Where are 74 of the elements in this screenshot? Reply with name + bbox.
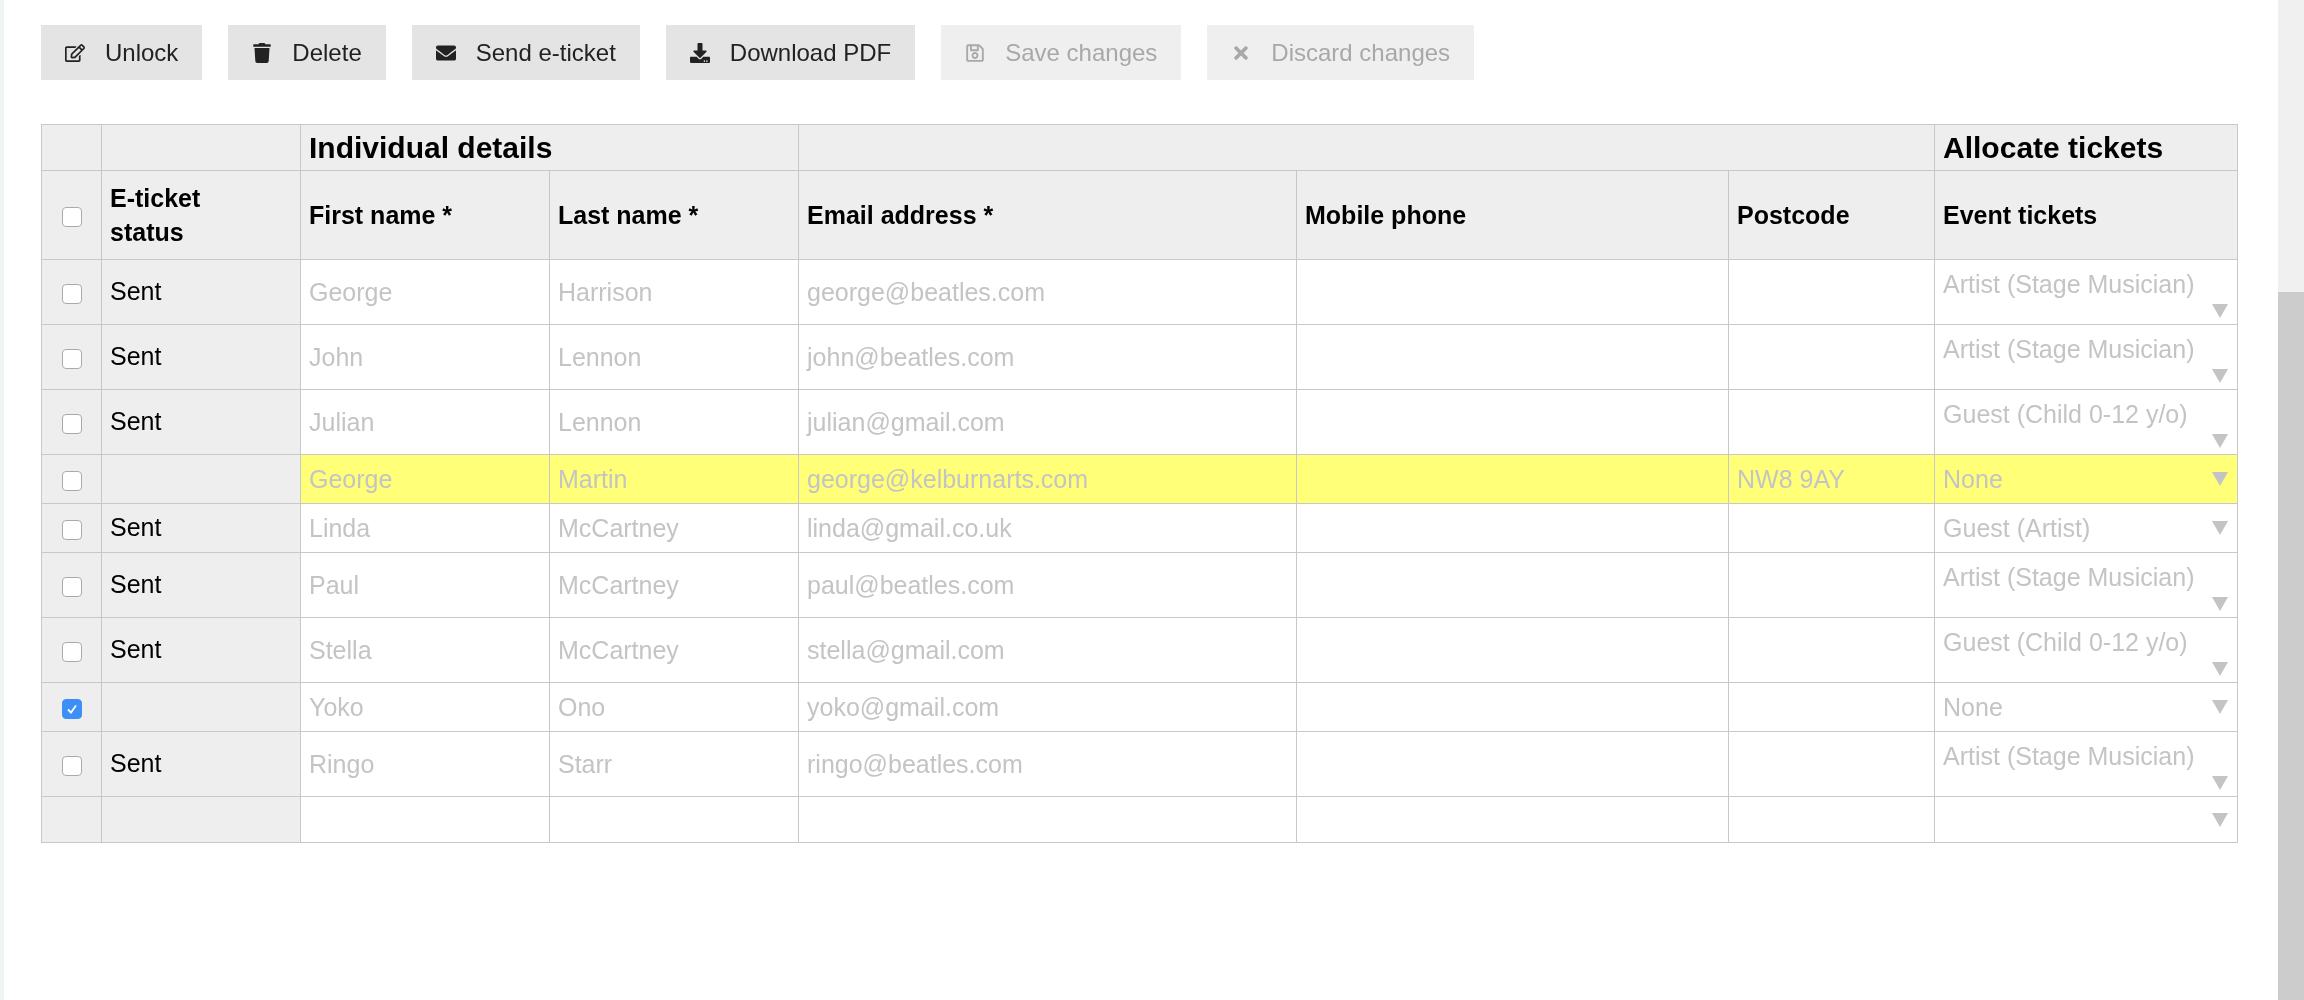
group-header: Allocate tickets [1934,124,2238,171]
table-cell: Paul [300,552,550,618]
save-icon [965,42,986,63]
table-cell: NW8 9AY [1728,454,1935,504]
toolbar-button[interactable]: Delete [228,25,386,80]
column-header: Last name * [549,170,799,260]
checkbox[interactable] [61,470,82,491]
status-cell: Sent [101,617,301,683]
table-cell: george@beatles.com [798,259,1297,325]
table-cell: Ono [549,682,799,732]
table-cell: Harrison [549,259,799,325]
dropdown-arrow-icon [2211,303,2230,319]
status-cell: Sent [101,552,301,618]
dropdown-arrow-icon [2211,368,2230,384]
table-cell: paul@beatles.com [798,552,1297,618]
dropdown-arrow-icon [2211,661,2230,677]
table-cell: Ringo [300,731,550,797]
table-cell: George [300,454,550,504]
download-icon [689,42,710,63]
toolbar-button[interactable]: Unlock [41,25,203,80]
checkbox[interactable] [61,698,82,719]
dropdown-arrow-icon [2211,811,2230,828]
checkbox[interactable] [61,206,82,227]
table-cell: McCartney [549,617,799,683]
column-header: First name * [300,170,550,260]
table-cell: john@beatles.com [798,324,1297,390]
scrollbar-thumb[interactable] [2278,292,2304,1000]
status-cell: Sent [101,389,301,455]
column-header: Mobile phone [1296,170,1729,260]
dropdown-arrow-icon [2211,596,2230,612]
toolbar-button[interactable]: Download PDF [665,25,916,80]
table-cell: Starr [549,731,799,797]
dropdown-arrow-icon [2211,775,2230,791]
status-cell: Sent [101,503,301,553]
table-cell: Lennon [549,324,799,390]
table-cell: Lennon [549,389,799,455]
column-header: Postcode [1728,170,1935,260]
table-cell: yoko@gmail.com [798,682,1297,732]
table-cell: John [300,324,550,390]
status-cell: Sent [101,259,301,325]
group-header: Individual details [300,124,799,171]
checkbox[interactable] [61,413,82,434]
checkbox[interactable] [61,283,82,304]
dropdown-arrow-icon [2211,471,2230,487]
table-cell: Julian [300,389,550,455]
column-header: Email address * [798,170,1297,260]
table-cell: stella@gmail.com [798,617,1297,683]
checkmark-icon [65,702,78,715]
column-header: E-ticket status [101,170,301,260]
checkbox[interactable] [61,755,82,776]
table-cell: linda@gmail.co.uk [798,503,1297,553]
column-header: Event tickets [1934,170,2238,260]
table-cell: george@kelburnarts.com [798,454,1297,504]
table-cell: Linda [300,503,550,553]
status-cell: Sent [101,324,301,390]
trash-icon [252,42,273,63]
table-cell: ringo@beatles.com [798,731,1297,797]
table-cell: McCartney [549,552,799,618]
table-cell: George [300,259,550,325]
dropdown-arrow-icon [2211,699,2230,715]
checkbox[interactable] [61,519,82,540]
toolbar-button[interactable]: Send e-ticket [411,25,640,80]
table-cell: Yoko [300,682,550,732]
table-cell: McCartney [549,503,799,553]
checkbox[interactable] [61,576,82,597]
table-cell: julian@gmail.com [798,389,1297,455]
dropdown-arrow-icon [2211,520,2230,536]
status-cell: Sent [101,731,301,797]
table-cell: Martin [549,454,799,504]
checkbox[interactable] [61,641,82,662]
edit-icon [65,42,85,63]
dropdown-arrow-icon [2211,433,2230,449]
checkbox[interactable] [61,348,82,369]
table-cell: Stella [300,617,550,683]
